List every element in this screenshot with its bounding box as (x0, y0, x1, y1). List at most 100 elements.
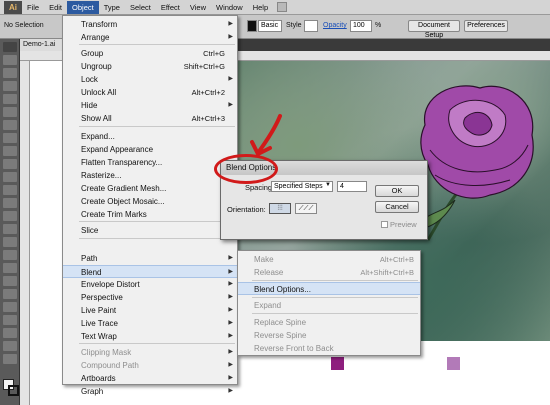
object-menu-item-graph[interactable]: Graph ▶ (63, 385, 237, 398)
scale-tool-icon[interactable] (3, 198, 17, 208)
menu-window[interactable]: Window (211, 1, 248, 14)
object-menu-item-ungroup[interactable]: Ungroup Shift+Ctrl+G (63, 60, 237, 73)
hand-tool-icon[interactable] (3, 341, 17, 351)
object-menu-item-unlock-all[interactable]: Unlock All Alt+Ctrl+2 (63, 86, 237, 99)
object-menu-item-artboards[interactable]: Artboards ▶ (63, 372, 237, 385)
blend-start-square[interactable] (331, 357, 344, 370)
opacity-percent: % (375, 22, 382, 29)
object-menu-item-live-paint[interactable]: Live Paint ▶ (63, 304, 237, 317)
menu-item-label: Group (81, 49, 104, 58)
menu-effect[interactable]: Effect (156, 1, 185, 14)
menu-help[interactable]: Help (248, 1, 273, 14)
menu-select[interactable]: Select (125, 1, 156, 14)
object-menu-item-live-trace[interactable]: Live Trace ▶ (63, 317, 237, 330)
menu-item-label: Expand (254, 301, 282, 310)
menu-item-label: Compound Path (81, 361, 139, 370)
object-menu-item-create-gradient-mesh[interactable]: Create Gradient Mesh... (63, 182, 237, 195)
menu-item-label: Expand... (81, 132, 115, 141)
object-menu-item-create-object-mosaic[interactable]: Create Object Mosaic... (63, 195, 237, 208)
menu-item-label: Ungroup (81, 62, 112, 71)
object-menu-item-transform[interactable]: Transform ▶ (63, 18, 237, 31)
blend-end-square[interactable] (447, 357, 460, 370)
gradient-tool-icon[interactable] (3, 276, 17, 286)
free-transform-tool-icon[interactable] (3, 224, 17, 234)
rotate-tool-icon[interactable] (3, 185, 17, 195)
blend-tool-icon[interactable] (3, 302, 17, 312)
object-menu-item-group[interactable]: Group Ctrl+G (63, 47, 237, 60)
menu-separator (79, 238, 235, 239)
menu-item-shortcut: Ctrl+G (203, 49, 225, 58)
object-menu-item-blend[interactable]: Blend ▶ (63, 265, 237, 278)
preview-checkbox[interactable]: Preview (381, 220, 417, 229)
opacity-input[interactable]: 100 (350, 20, 372, 32)
graph-tool-icon[interactable] (3, 250, 17, 260)
menu-item-label: Arrange (81, 33, 110, 42)
menu-item-label: Lock (81, 75, 98, 84)
selection-tool-icon[interactable] (3, 42, 17, 52)
object-menu-item-flatten-transparency[interactable]: Flatten Transparency... (63, 156, 237, 169)
menu-file[interactable]: File (22, 1, 44, 14)
align-to-path-icon[interactable]: ⟋⟋⟋ (295, 203, 317, 214)
object-menu-item-rasterize[interactable]: Rasterize... (63, 169, 237, 182)
symbol-sprayer-tool-icon[interactable] (3, 237, 17, 247)
pen-tool-icon[interactable] (3, 81, 17, 91)
object-menu-item-arrange[interactable]: Arrange ▶ (63, 31, 237, 44)
ok-button[interactable]: OK (375, 185, 419, 197)
object-menu-item-slice[interactable]: Slice▶ (63, 224, 237, 237)
submenu-arrow-icon: ▶ (228, 34, 233, 40)
paintbrush-tool-icon[interactable] (3, 133, 17, 143)
zoom-tool-icon[interactable] (3, 354, 17, 364)
menu-item-label: Unlock All (81, 88, 117, 97)
object-menu-item-path[interactable]: Path ▶ (63, 252, 237, 265)
stroke-swatch[interactable] (8, 385, 19, 396)
align-to-page-icon[interactable]: ⫶⫶⫶ (269, 203, 291, 214)
object-menu-item-hide[interactable]: Hide ▶ (63, 99, 237, 112)
opacity-link[interactable]: Opacity (323, 22, 347, 29)
object-menu-item-expand[interactable]: Expand... (63, 130, 237, 143)
rectangle-tool-icon[interactable] (3, 120, 17, 130)
menu-separator (79, 44, 235, 45)
submenu-arrow-icon: ▶ (228, 362, 233, 368)
bridge-icon[interactable] (277, 2, 288, 12)
menu-object[interactable]: Object (67, 0, 99, 14)
spacing-select[interactable]: Specified Steps (271, 181, 333, 192)
object-menu-item-lock[interactable]: Lock ▶ (63, 73, 237, 86)
warp-tool-icon[interactable] (3, 211, 17, 221)
document-tab[interactable]: Demo-1.ai @ (20, 39, 64, 60)
blend-menu-item-blend-options[interactable]: Blend Options... (238, 282, 420, 295)
cancel-button[interactable]: Cancel (375, 201, 419, 213)
menu-item-shortcut: Alt+Ctrl+2 (191, 88, 225, 97)
preferences-button[interactable]: Preferences (464, 20, 508, 32)
steps-input[interactable]: 4 (337, 181, 367, 192)
menu-separator (79, 126, 235, 127)
direct-selection-tool-icon[interactable] (3, 55, 17, 65)
menu-view[interactable]: View (185, 1, 211, 14)
object-menu-item-expand-appearance[interactable]: Expand Appearance (63, 143, 237, 156)
blob-brush-tool-icon[interactable] (3, 159, 17, 169)
artboard-tool-icon[interactable] (3, 328, 17, 338)
type-tool-icon[interactable] (3, 94, 17, 104)
mesh-tool-icon[interactable] (3, 263, 17, 273)
menu-item-label: Text Wrap (81, 332, 117, 341)
object-menu-item-create-trim-marks[interactable]: Create Trim Marks (63, 208, 237, 221)
live-paint-tool-icon[interactable] (3, 315, 17, 325)
style-select[interactable] (304, 20, 318, 32)
menu-item-label: Clipping Mask (81, 348, 132, 357)
stroke-preview[interactable] (247, 20, 257, 32)
object-menu-item-envelope-distort[interactable]: Envelope Distort ▶ (63, 278, 237, 291)
eyedropper-tool-icon[interactable] (3, 289, 17, 299)
object-menu-item-perspective[interactable]: Perspective ▶ (63, 291, 237, 304)
menu-item-label: Envelope Distort (81, 280, 140, 289)
line-tool-icon[interactable] (3, 107, 17, 117)
magic-wand-tool-icon[interactable] (3, 68, 17, 78)
object-menu-item-text-wrap[interactable]: Text Wrap ▶ (63, 330, 237, 343)
menu-edit[interactable]: Edit (44, 1, 67, 14)
eraser-tool-icon[interactable] (3, 172, 17, 182)
rose-illustration (410, 85, 534, 241)
document-setup-button[interactable]: Document Setup (408, 20, 460, 39)
menu-type[interactable]: Type (99, 1, 125, 14)
brush-definition-select[interactable]: Basic (258, 20, 282, 32)
pencil-tool-icon[interactable] (3, 146, 17, 156)
submenu-arrow-icon: ▶ (228, 76, 233, 82)
object-menu-item-show-all[interactable]: Show All Alt+Ctrl+3 (63, 112, 237, 125)
